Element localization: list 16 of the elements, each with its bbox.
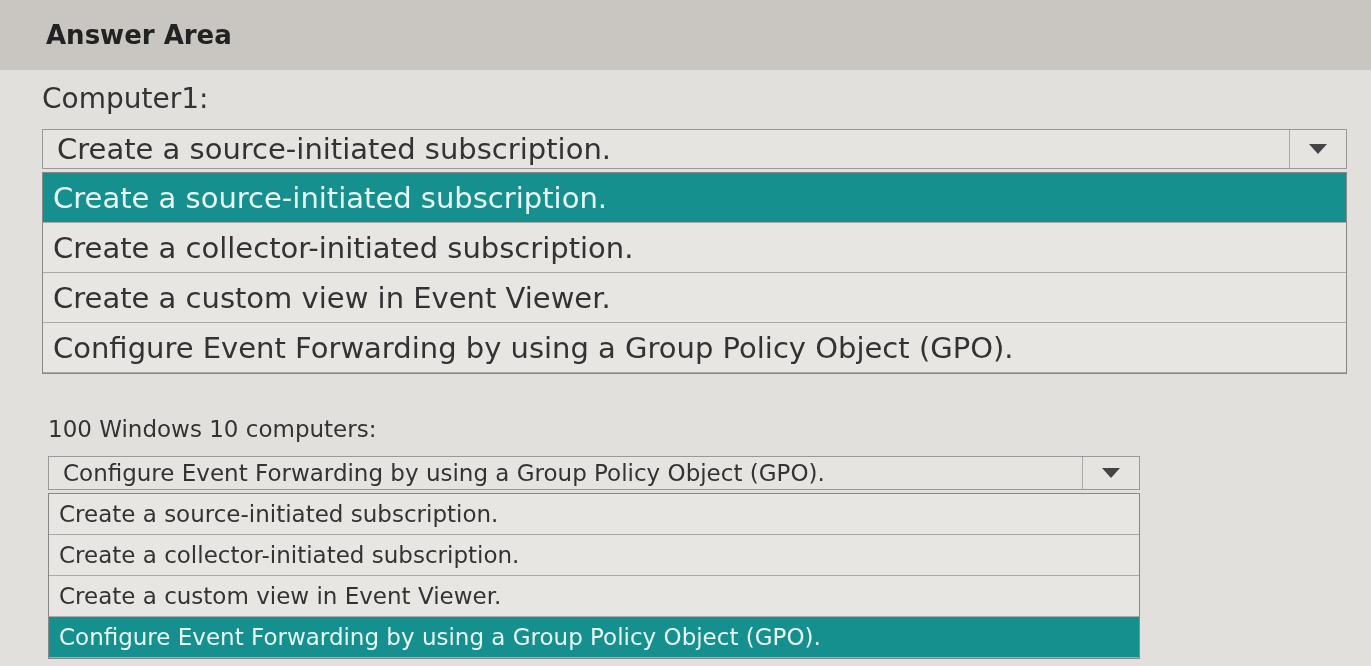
answer-area-title: Answer Area [46,20,232,50]
dropdown-option[interactable]: Create a collector-initiated subscription. [43,223,1346,273]
dropdown-option[interactable]: Create a collector-initiated subscription. [49,535,1139,576]
dropdown-value: Configure Event Forwarding by using a Group Policy Object (GPO). [63,460,825,486]
dropdown-arrow-icon [1102,468,1120,478]
dropdown-value: Create a source-initiated subscription. [57,132,611,166]
question-label: 100 Windows 10 computers: [48,416,378,442]
dropdown-option[interactable]: Create a source-initiated subscription. [49,494,1139,535]
dropdown-option[interactable]: Create a source-initiated subscription. [43,173,1346,223]
dropdown-option[interactable]: Configure Event Forwarding by using a Group Policy Object (GPO). [43,323,1346,373]
dropdown[interactable]: Create a source-initiated subscription. [42,129,1347,169]
question-label: Computer1: [42,82,210,115]
dropdown-option[interactable]: Configure Event Forwarding by using a Group Policy Object (GPO). [49,617,1139,658]
dropdown-option[interactable]: Create a custom view in Event Viewer. [43,273,1346,323]
dropdown[interactable]: Configure Event Forwarding by using a Group Policy Object (GPO). [48,456,1140,490]
dropdown-arrow-icon [1309,144,1327,154]
